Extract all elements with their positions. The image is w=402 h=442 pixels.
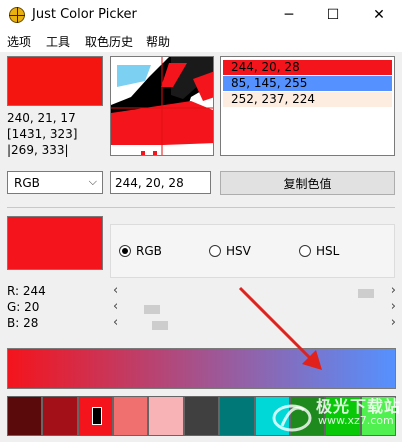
palette-swatch[interactable]	[148, 396, 184, 436]
radio-hsv[interactable]: HSV	[209, 244, 251, 258]
screen-coordinates: [1431, 323]	[7, 127, 78, 141]
radio-circle	[209, 245, 221, 257]
slider-thumb[interactable]	[144, 305, 160, 314]
color-history-list[interactable]: 244, 20, 28 85, 145, 255 252, 237, 224	[220, 56, 395, 156]
radio-hsv-label: HSV	[226, 244, 251, 258]
color-format-value: RGB	[14, 176, 40, 190]
window-title: Just Color Picker	[32, 7, 137, 22]
slider-track[interactable]	[125, 287, 384, 298]
red-slider[interactable]: ‹ ›	[113, 283, 396, 298]
slider-thumb[interactable]	[152, 321, 168, 330]
maximize-button[interactable]: ☐	[310, 0, 356, 30]
copy-color-button[interactable]: 复制色值	[220, 171, 395, 195]
palette-swatch[interactable]	[7, 396, 43, 436]
palette-swatch[interactable]	[42, 396, 78, 436]
section-divider	[7, 207, 395, 208]
red-channel-label: R: 244	[7, 284, 46, 298]
palette-swatch[interactable]	[77, 396, 114, 436]
color-value-input[interactable]	[110, 171, 211, 194]
color-model-group: RGB HSV HSL	[110, 224, 395, 278]
green-channel-label: G: 20	[7, 300, 40, 314]
magnified-pixels	[111, 57, 213, 155]
history-item[interactable]: 85, 145, 255	[223, 76, 392, 91]
palette-swatch[interactable]	[113, 396, 149, 436]
slider-track[interactable]	[125, 303, 384, 314]
history-item[interactable]: 244, 20, 28	[223, 60, 392, 75]
blue-channel-label: B: 28	[7, 316, 39, 330]
editor-color-swatch	[7, 216, 103, 270]
chevron-left-icon[interactable]: ‹	[113, 299, 118, 314]
window-coordinates: |269, 333|	[7, 143, 69, 157]
watermark-logo-icon	[272, 404, 312, 432]
current-rgb-text: 240, 21, 17	[7, 111, 76, 125]
chevron-right-icon[interactable]: ›	[391, 299, 396, 314]
radio-rgb-label: RGB	[136, 244, 162, 258]
chevron-left-icon[interactable]: ‹	[113, 283, 118, 298]
menu-history[interactable]: 取色历史	[85, 33, 133, 50]
radio-hsl[interactable]: HSL	[299, 244, 339, 258]
menu-options[interactable]: 选项	[7, 33, 31, 50]
radio-hsl-label: HSL	[316, 244, 340, 258]
palette-swatch[interactable]	[219, 396, 255, 436]
menu-help[interactable]: 帮助	[146, 33, 170, 50]
minimize-button[interactable]: ─	[266, 0, 312, 30]
radio-circle	[299, 245, 311, 257]
selected-marker	[91, 407, 102, 425]
color-gradient-bar[interactable]	[7, 348, 396, 389]
chevron-right-icon[interactable]: ›	[391, 315, 396, 330]
crosshair-app-icon	[9, 7, 25, 23]
title-bar: Just Color Picker ─ ☐ ✕	[0, 0, 402, 30]
slider-thumb[interactable]	[358, 289, 374, 298]
radio-rgb[interactable]: RGB	[119, 244, 162, 258]
palette-swatch[interactable]	[183, 396, 220, 436]
blue-slider[interactable]: ‹ ›	[113, 315, 396, 330]
menu-tools[interactable]: 工具	[46, 33, 70, 50]
chevron-left-icon[interactable]: ‹	[113, 315, 118, 330]
chevron-right-icon[interactable]: ›	[391, 283, 396, 298]
slider-track[interactable]	[125, 319, 384, 330]
color-format-select[interactable]: RGB ⌵	[7, 171, 103, 194]
menu-bar: 选项 工具 取色历史 帮助	[0, 30, 402, 52]
current-color-swatch	[7, 56, 103, 106]
zoom-magnifier	[110, 56, 214, 156]
chevron-down-icon: ⌵	[88, 175, 97, 188]
green-slider[interactable]: ‹ ›	[113, 299, 396, 314]
watermark-url: www.xz7.com	[318, 414, 394, 427]
close-button[interactable]: ✕	[356, 0, 402, 30]
history-item[interactable]: 252, 237, 224	[223, 92, 392, 107]
radio-circle	[119, 245, 131, 257]
